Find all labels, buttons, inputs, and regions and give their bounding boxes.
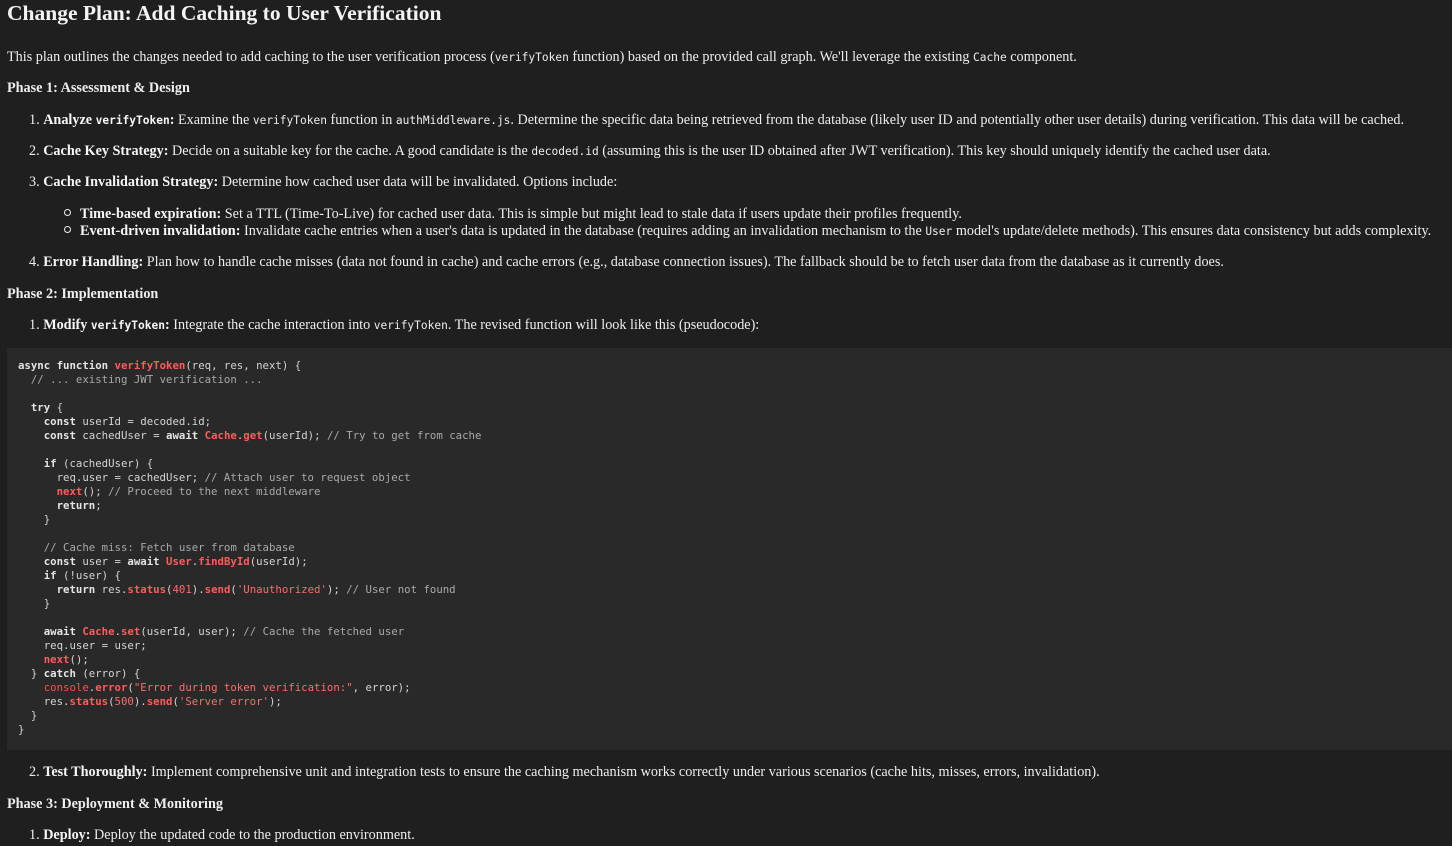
item-label: Deploy:: [43, 827, 91, 843]
phase2-item-2: 2. Test Thoroughly: Implement comprehens…: [29, 764, 1100, 781]
item-label: Modify verifyToken:: [43, 317, 170, 333]
code-line: next(); // Proceed to the next middlewar…: [56, 485, 321, 498]
item-code: authMiddleware.js: [395, 114, 511, 127]
code-line: if (!user) {: [43, 569, 121, 582]
code-line: req.user = cachedUser; // Attach user to…: [18, 471, 411, 484]
code-line: const user = await User.findById(userId)…: [43, 555, 308, 568]
bullet-text: Set a TTL (Time-To-Live) for cached user…: [221, 206, 962, 222]
code-line: // Cache miss: Fetch user from database: [43, 541, 295, 554]
code-line: try {: [30, 401, 64, 414]
bullet-text: Invalidate cache entries when a user's d…: [240, 223, 926, 239]
phase1-heading: Phase 1: Assessment & Design: [7, 80, 190, 96]
code-line: }: [18, 513, 51, 526]
bullet-item: Event-driven invalidation: Invalidate ca…: [64, 223, 1431, 240]
item-text: function in: [326, 112, 396, 128]
item-text: Plan how to handle cache misses (data no…: [143, 254, 1224, 270]
list-number: 3.: [29, 174, 40, 190]
bullet-text: model's update/delete methods). This ens…: [952, 223, 1432, 239]
code-line: return res.status(401).send('Unauthorize…: [56, 583, 456, 596]
item-code: decoded.id: [531, 145, 599, 158]
phase2-heading: Phase 2: Implementation: [7, 286, 159, 302]
bullet-circle-icon: [64, 226, 71, 233]
phase3-heading: Phase 3: Deployment & Monitoring: [7, 796, 223, 812]
phase2-item-1: 1. Modify verifyToken: Integrate the cac…: [29, 317, 759, 334]
code-line: return;: [56, 499, 102, 512]
intro-text: This plan outlines the changes needed to…: [7, 49, 495, 65]
code-line: }: [18, 709, 38, 722]
item-text: Decide on a suitable key for the cache. …: [168, 143, 532, 159]
item-text: Implement comprehensive unit and integra…: [147, 764, 1100, 780]
intro-code: verifyToken: [494, 51, 569, 64]
code-line: res.status(500).send('Server error');: [18, 695, 282, 708]
code-line: const userId = decoded.id;: [43, 415, 212, 428]
bullet-label: Time-based expiration:: [80, 206, 222, 222]
item-label: Test Thoroughly:: [43, 764, 148, 780]
bullet-item: Time-based expiration: Set a TTL (Time-T…: [64, 206, 962, 223]
phase1-item-3: 3. Cache Invalidation Strategy: Determin…: [29, 174, 617, 191]
item-text: . Determine the specific data being retr…: [510, 112, 1405, 128]
item-code: verifyToken: [373, 319, 448, 332]
item-label: Cache Invalidation Strategy:: [43, 174, 219, 190]
list-number: 1.: [29, 317, 40, 333]
code-line: req.user = user;: [18, 639, 147, 652]
code-line: async function verifyToken(req, res, nex…: [18, 359, 302, 372]
list-number: 4.: [29, 254, 40, 270]
phase1-item-4: 4. Error Handling: Plan how to handle ca…: [29, 254, 1224, 271]
intro-text-3: component.: [1006, 49, 1077, 65]
item-code: verifyToken: [252, 114, 327, 127]
code-line: } catch (error) {: [18, 667, 141, 680]
item-text: Deploy the updated code to the productio…: [90, 827, 415, 843]
code-line: }: [18, 597, 51, 610]
phase3-item-1: 1. Deploy: Deploy the updated code to th…: [29, 827, 415, 844]
phase1-item-2: 2. Cache Key Strategy: Decide on a suita…: [29, 143, 1271, 160]
bullet-circle-icon: [64, 209, 71, 216]
code-line: console.error("Error during token verifi…: [43, 681, 411, 694]
code-line: next();: [43, 653, 89, 666]
intro-paragraph: This plan outlines the changes needed to…: [7, 49, 1077, 66]
item-text: Integrate the cache interaction into: [169, 317, 374, 333]
item-label: Error Handling:: [43, 254, 144, 270]
code-line: const cachedUser = await Cache.get(userI…: [43, 429, 482, 442]
list-number: 1.: [29, 112, 40, 128]
list-number: 1.: [29, 827, 40, 843]
code-line: if (cachedUser) {: [43, 457, 154, 470]
bullet-code: User: [925, 225, 953, 238]
intro-code-2: Cache: [973, 51, 1007, 64]
code-line: }: [18, 723, 25, 736]
code-content: async function verifyToken(req, res, nex…: [18, 359, 481, 737]
phase1-item-1: 1. Analyze verifyToken: Examine the veri…: [29, 112, 1404, 129]
item-text: Examine the: [174, 112, 253, 128]
item-label: Cache Key Strategy:: [43, 143, 169, 159]
code-line: await Cache.set(userId, user); // Cache …: [43, 625, 405, 638]
code-block: async function verifyToken(req, res, nex…: [7, 348, 1452, 750]
code-line: // ... existing JWT verification ...: [30, 373, 263, 386]
item-text: Determine how cached user data will be i…: [218, 174, 618, 190]
list-number: 2.: [29, 143, 40, 159]
item-label: Analyze verifyToken:: [43, 112, 175, 128]
item-text: (assuming this is the user ID obtained a…: [598, 143, 1271, 159]
item-text: . The revised function will look like th…: [447, 317, 760, 333]
list-number: 2.: [29, 764, 40, 780]
page-title: Change Plan: Add Caching to User Verific…: [7, 1, 442, 25]
intro-text-2: function) based on the provided call gra…: [568, 49, 974, 65]
bullet-label: Event-driven invalidation:: [80, 223, 241, 239]
